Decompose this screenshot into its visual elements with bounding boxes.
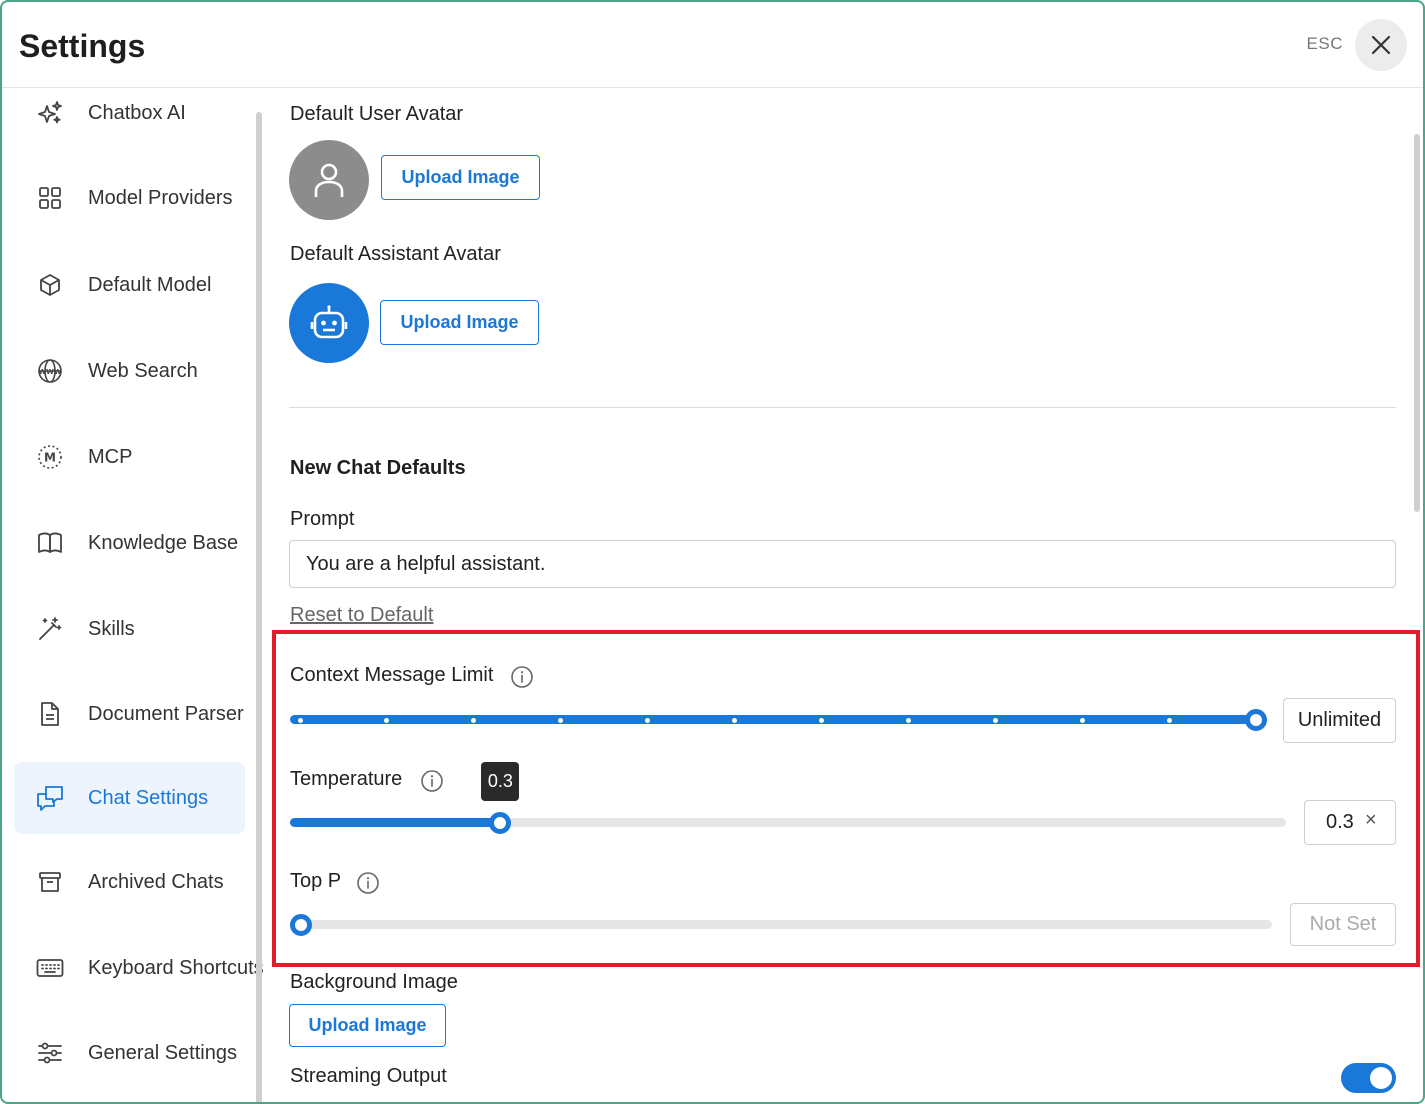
slider-thumb[interactable] [1245,709,1267,731]
temperature-value: 0.3 [1326,811,1354,833]
mcp-icon: M [36,443,64,471]
sidebar-item-label: MCP [88,445,133,468]
robot-icon [310,305,348,339]
upload-background-button[interactable]: Upload Image [289,1004,446,1047]
settings-dialog: Settings ESC Chatbox AI Model Providers … [0,0,1425,1104]
book-icon [36,529,64,557]
user-avatar [289,140,369,220]
settings-sidebar: Chatbox AI Model Providers Default Model [2,88,264,1102]
grid-icon [36,184,64,212]
www-globe-icon: WWW [36,357,64,385]
sidebar-item-skills[interactable]: Skills [14,593,245,665]
prompt-input[interactable]: You are a helpful assistant. [289,540,1396,588]
archive-box-icon [36,868,64,896]
sidebar-scrollbar[interactable] [256,112,262,1102]
assistant-avatar [289,283,369,363]
context-limit-value[interactable]: Unlimited [1283,698,1396,743]
slider-mark [818,717,824,723]
streaming-output-toggle[interactable] [1341,1063,1396,1093]
page-title: Settings [19,28,146,64]
top-p-slider[interactable] [290,913,1272,937]
sidebar-item-chatbox-ai[interactable]: Chatbox AI [14,77,245,149]
sidebar-item-label: Default Model [88,273,212,296]
sidebar-item-label: Keyboard Shortcuts [88,956,264,979]
esc-hint: ESC [1306,34,1343,53]
sidebar-item-general-settings[interactable]: General Settings [14,1017,245,1089]
slider-track [290,920,1272,929]
sidebar-item-label: Web Search [88,359,198,382]
slider-mark [732,717,738,723]
slider-mark [1079,717,1085,723]
sidebar-item-chat-settings[interactable]: Chat Settings [14,762,245,834]
slider-thumb[interactable] [290,914,312,936]
toggle-knob [1370,1067,1392,1089]
cube-icon [36,271,64,299]
close-button[interactable] [1355,19,1407,71]
context-limit-slider[interactable] [290,708,1267,732]
streaming-output-label: Streaming Output [290,1065,447,1087]
info-icon[interactable] [356,871,380,895]
user-avatar-label: Default User Avatar [290,103,464,125]
dialog-header: Settings ESC [2,2,1423,88]
slider-thumb[interactable] [489,812,512,834]
svg-text:M: M [44,451,56,465]
magic-wand-icon [36,615,64,643]
assistant-avatar-label: Default Assistant Avatar [290,243,501,265]
slider-mark [992,717,998,723]
temperature-tooltip: 0.3 [481,762,520,801]
sidebar-item-default-model[interactable]: Default Model [14,249,245,321]
sidebar-item-knowledge-base[interactable]: Knowledge Base [14,507,245,579]
sidebar-item-web-search[interactable]: WWW Web Search [14,335,245,407]
info-icon[interactable] [420,769,444,793]
temperature-value-field[interactable]: 0.3 [1304,800,1396,845]
background-image-label: Background Image [290,971,458,993]
slider-fill [290,715,1256,724]
reset-to-default-link[interactable]: Reset to Default [290,604,433,627]
sidebar-item-label: Chatbox AI [88,101,186,124]
slider-fill [290,818,501,827]
svg-text:WWW: WWW [38,368,61,376]
sidebar-item-label: Document Parser [88,702,244,725]
sidebar-item-document-parser[interactable]: Document Parser [14,678,245,750]
top-p-label: Top P [290,870,342,892]
sparkles-icon [36,99,64,127]
temperature-label: Temperature [290,768,403,790]
info-icon[interactable] [510,665,534,689]
slider-mark [297,717,303,723]
clear-temperature-button[interactable]: × [1365,809,1377,832]
sliders-icon [36,1039,64,1067]
new-chat-defaults-title: New Chat Defaults [290,457,466,479]
slider-mark [905,717,911,723]
slider-mark [558,717,564,723]
main-scrollbar[interactable] [1414,134,1420,512]
prompt-label: Prompt [290,508,355,530]
slider-mark [384,717,390,723]
slider-mark [1166,717,1172,723]
section-divider [289,407,1396,408]
sidebar-item-label: Knowledge Base [88,531,239,554]
document-icon [36,700,64,728]
sidebar-item-label: Archived Chats [88,870,224,893]
sidebar-item-label: Chat Settings [88,786,209,809]
context-limit-label: Context Message Limit [290,664,494,686]
sidebar-item-mcp[interactable]: M MCP [14,421,245,493]
sidebar-item-archived-chats[interactable]: Archived Chats [14,846,245,918]
slider-mark [471,717,477,723]
upload-user-avatar-button[interactable]: Upload Image [381,155,540,200]
sidebar-item-model-providers[interactable]: Model Providers [14,162,245,234]
temperature-slider[interactable] [290,811,1286,835]
sidebar-item-label: Skills [88,617,135,640]
chat-bubbles-icon [36,784,64,812]
top-p-value[interactable]: Not Set [1290,903,1396,946]
user-icon [314,163,344,197]
slider-mark [645,717,651,723]
sidebar-item-keyboard-shortcuts[interactable]: Keyboard Shortcuts [14,932,264,1004]
sidebar-item-label: Model Providers [88,186,233,209]
upload-assistant-avatar-button[interactable]: Upload Image [380,300,539,345]
close-icon [1371,35,1391,55]
keyboard-icon [36,954,64,982]
sidebar-item-label: General Settings [88,1041,237,1064]
